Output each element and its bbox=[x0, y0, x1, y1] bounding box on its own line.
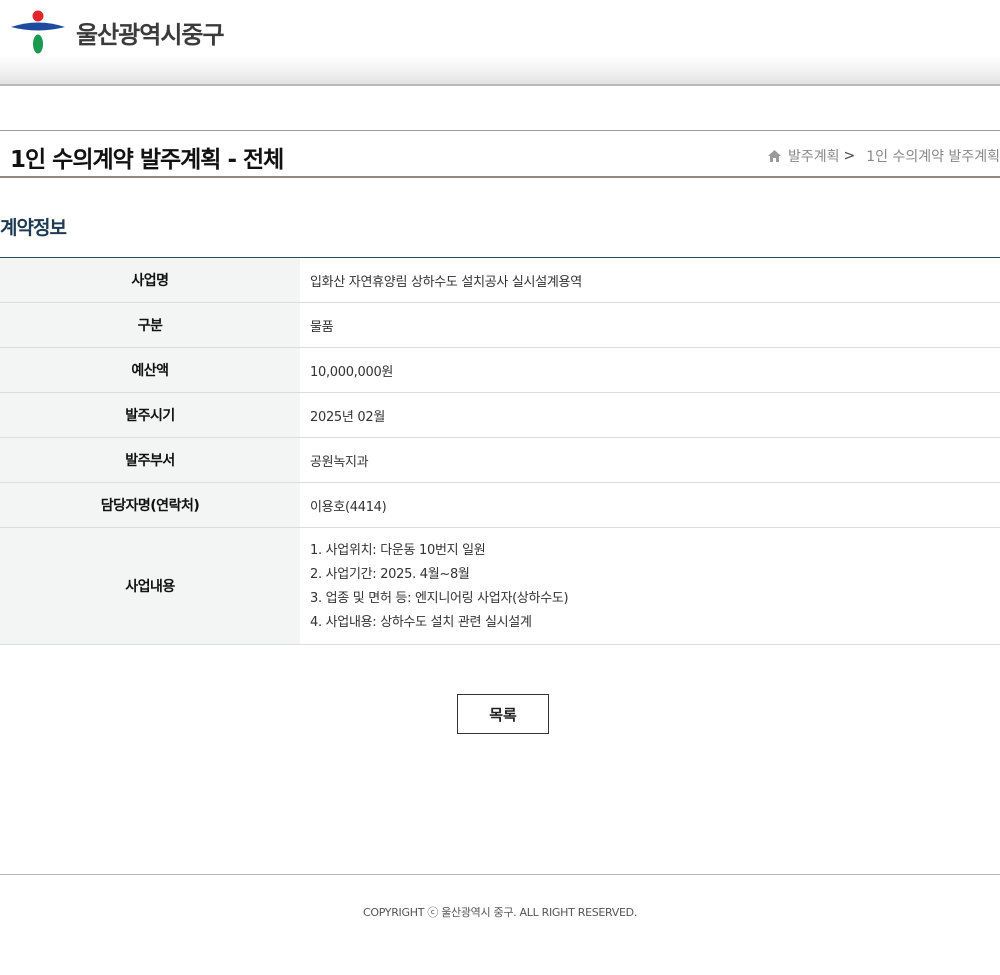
row-label: 구분 bbox=[0, 302, 300, 348]
list-button[interactable]: 목록 bbox=[457, 694, 549, 734]
copyright-text: COPYRIGHT ⓒ 울산광역시 중구. ALL RIGHT RESERVED… bbox=[362, 906, 638, 919]
table-row: 발주시기 2025년 02월 bbox=[0, 392, 1000, 438]
home-icon[interactable] bbox=[767, 149, 782, 163]
row-value: 공원녹지과 bbox=[300, 437, 1000, 483]
breadcrumb: 발주계획 > 1인 수의계약 발주계획 bbox=[767, 146, 1000, 166]
row-value: 10,000,000원 bbox=[300, 347, 1000, 393]
contract-info-table: 사업명 입화산 자연휴양림 상하수도 설치공사 실시설계용역 구분 물품 예산액… bbox=[0, 257, 1000, 645]
content-line: 1. 사업위치: 다운동 10번지 일원 bbox=[310, 543, 486, 558]
row-value: 2025년 02월 bbox=[300, 392, 1000, 438]
breadcrumb-item-order-plan[interactable]: 발주계획 bbox=[788, 146, 840, 166]
site-footer: COPYRIGHT ⓒ 울산광역시 중구. ALL RIGHT RESERVED… bbox=[0, 874, 1000, 975]
site-logo[interactable]: 울산광역시중구 bbox=[10, 9, 250, 55]
row-label: 발주시기 bbox=[0, 392, 300, 438]
row-value: 입화산 자연휴양림 상하수도 설치공사 실시설계용역 bbox=[300, 257, 1000, 303]
breadcrumb-separator-icon: > bbox=[843, 148, 856, 164]
row-label: 발주부서 bbox=[0, 437, 300, 483]
row-label: 예산액 bbox=[0, 347, 300, 393]
table-row: 예산액 10,000,000원 bbox=[0, 347, 1000, 393]
logo-text: 울산광역시중구 bbox=[76, 20, 225, 49]
table-row: 담당자명(연락처) 이용호(4414) bbox=[0, 482, 1000, 528]
page-title-bar: 1인 수의계약 발주계획 - 전체 발주계획 > 1인 수의계약 발주계획 bbox=[0, 130, 1000, 178]
row-value: 1. 사업위치: 다운동 10번지 일원 2. 사업기간: 2025. 4월~8… bbox=[300, 527, 1000, 645]
business-content-lines: 1. 사업위치: 다운동 10번지 일원 2. 사업기간: 2025. 4월~8… bbox=[310, 537, 1000, 635]
row-label: 사업명 bbox=[0, 257, 300, 303]
table-row: 구분 물품 bbox=[0, 302, 1000, 348]
page-title: 1인 수의계약 발주계획 - 전체 bbox=[10, 147, 284, 173]
logo-emblem-icon bbox=[11, 10, 65, 54]
content-line: 2. 사업기간: 2025. 4월~8월 bbox=[310, 567, 470, 582]
row-label: 사업내용 bbox=[0, 527, 300, 645]
content-line: 4. 사업내용: 상하수도 설치 관련 실시설계 bbox=[310, 615, 532, 630]
breadcrumb-item-current[interactable]: 1인 수의계약 발주계획 bbox=[866, 146, 1000, 166]
table-row: 발주부서 공원녹지과 bbox=[0, 437, 1000, 483]
table-row: 사업내용 1. 사업위치: 다운동 10번지 일원 2. 사업기간: 2025.… bbox=[0, 527, 1000, 645]
content-line: 3. 업종 및 면허 등: 엔지니어링 사업자(상하수도) bbox=[310, 591, 569, 606]
row-value: 물품 bbox=[300, 302, 1000, 348]
row-label: 담당자명(연락처) bbox=[0, 482, 300, 528]
section-title: 계약정보 bbox=[0, 217, 67, 239]
row-value: 이용호(4414) bbox=[300, 482, 1000, 528]
table-row: 사업명 입화산 자연휴양림 상하수도 설치공사 실시설계용역 bbox=[0, 257, 1000, 303]
site-header: 울산광역시중구 bbox=[0, 0, 1000, 86]
